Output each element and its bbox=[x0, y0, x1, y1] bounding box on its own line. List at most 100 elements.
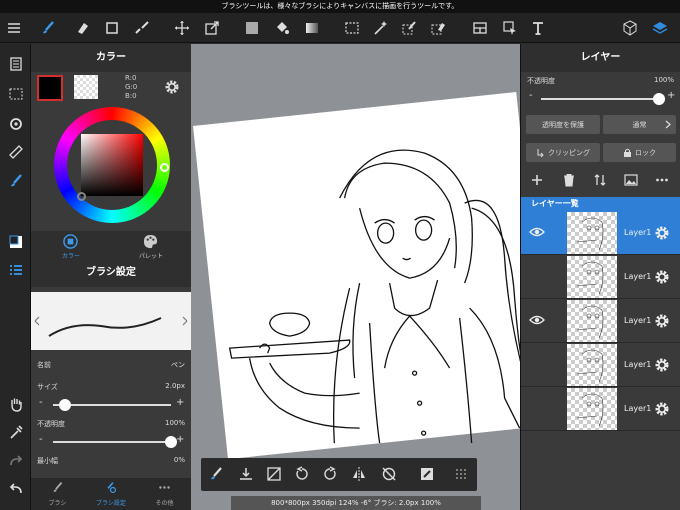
page-manager-button[interactable] bbox=[0, 52, 31, 76]
select-eraser-button[interactable] bbox=[426, 13, 450, 43]
clipping-label: クリッピング bbox=[548, 148, 590, 157]
gradient-tool-button[interactable] bbox=[300, 13, 324, 43]
more-options-button[interactable] bbox=[453, 466, 469, 484]
layer-opacity-slider-track[interactable] bbox=[541, 98, 659, 100]
import-image-button[interactable] bbox=[624, 173, 638, 189]
tab-color[interactable]: カラー bbox=[31, 231, 111, 260]
blend-mode-button[interactable]: 通常 bbox=[603, 115, 676, 134]
layers-button[interactable] bbox=[648, 13, 672, 43]
layer-row[interactable]: Layer1 bbox=[521, 255, 680, 299]
rotate-right-button[interactable] bbox=[322, 466, 338, 484]
layer-settings-button[interactable] bbox=[654, 269, 670, 287]
brush-shortcut-button[interactable] bbox=[0, 169, 31, 193]
drawing-canvas[interactable] bbox=[193, 92, 552, 460]
clear-button[interactable] bbox=[266, 466, 282, 484]
layer-row[interactable]: Layer1 bbox=[521, 343, 680, 387]
selection-button[interactable] bbox=[0, 82, 31, 106]
clipping-icon bbox=[537, 149, 544, 157]
move-tool-button[interactable] bbox=[170, 13, 194, 43]
layer-opacity-slider-knob[interactable] bbox=[653, 93, 665, 105]
eraser-tool-button[interactable] bbox=[70, 13, 94, 43]
fill-color-button[interactable] bbox=[240, 13, 264, 43]
layer-menu-button[interactable] bbox=[655, 173, 669, 189]
reorder-layer-button[interactable] bbox=[593, 173, 607, 189]
quick-brush-button[interactable] bbox=[208, 466, 224, 484]
text-tool-button[interactable] bbox=[526, 13, 550, 43]
delete-layer-button[interactable] bbox=[562, 173, 576, 189]
undo-button[interactable] bbox=[0, 477, 31, 501]
redo-button[interactable] bbox=[0, 449, 31, 473]
size-minus-button[interactable]: - bbox=[39, 397, 43, 408]
operation-tool-button[interactable] bbox=[498, 13, 522, 43]
layer-settings-button[interactable] bbox=[654, 401, 670, 419]
brush-opacity-value: 100% bbox=[164, 419, 185, 427]
tab-palette[interactable]: パレット bbox=[111, 231, 191, 260]
gear-icon bbox=[655, 402, 669, 416]
eyedropper-button[interactable] bbox=[0, 420, 31, 444]
lock-button[interactable]: ロック bbox=[603, 143, 676, 162]
magic-wand-button[interactable] bbox=[368, 13, 392, 43]
size-plus-button[interactable]: + bbox=[176, 397, 184, 408]
brush-icon bbox=[10, 174, 22, 187]
brush-name-value[interactable]: ペン bbox=[171, 360, 185, 370]
shape-tool-button[interactable] bbox=[100, 13, 124, 43]
layer-settings-button[interactable] bbox=[654, 313, 670, 331]
rotate-button[interactable] bbox=[0, 112, 31, 136]
menu-button[interactable] bbox=[2, 13, 26, 43]
no-rotate-icon bbox=[382, 467, 396, 481]
color-panel-toggle[interactable] bbox=[0, 230, 31, 254]
rotate-left-button[interactable] bbox=[294, 466, 310, 484]
layer-row[interactable]: Layer1 bbox=[521, 299, 680, 343]
layer-thumbnail bbox=[567, 300, 617, 342]
opacity-plus-button[interactable]: + bbox=[176, 434, 184, 445]
select-pen-button[interactable] bbox=[397, 13, 421, 43]
layer-row[interactable]: Layer1 bbox=[521, 387, 680, 431]
clipping-button[interactable]: クリッピング bbox=[526, 143, 600, 162]
frame-icon bbox=[473, 22, 487, 34]
layer-row[interactable]: Layer1 bbox=[521, 211, 680, 255]
import-button[interactable] bbox=[238, 466, 254, 484]
hand-tool-button[interactable] bbox=[0, 392, 31, 416]
layer-opacity-plus[interactable]: + bbox=[667, 90, 675, 101]
color-settings-button[interactable] bbox=[164, 79, 180, 97]
tab-brush-settings[interactable]: ブラシ設定 bbox=[84, 478, 138, 510]
layer-opacity-minus[interactable]: - bbox=[529, 90, 533, 101]
rotation-reset-button[interactable] bbox=[381, 466, 397, 484]
redo-icon bbox=[9, 455, 22, 466]
brush-opacity-slider-track[interactable] bbox=[53, 441, 171, 443]
ruler-button[interactable] bbox=[0, 140, 31, 164]
sv-picker-knob[interactable] bbox=[77, 192, 86, 201]
layer-name: Layer1 bbox=[624, 228, 652, 237]
tab-brush[interactable]: ブラシ bbox=[31, 478, 84, 510]
bucket-tool-button[interactable] bbox=[270, 13, 294, 43]
chevron-right-icon bbox=[665, 120, 671, 129]
gear-icon bbox=[165, 80, 179, 94]
layer-visibility-toggle[interactable] bbox=[529, 315, 545, 327]
square-icon bbox=[106, 22, 118, 34]
canvas-area[interactable]: 800*800px 350dpi 124% -6° ブラシ: 2.0px 100… bbox=[191, 44, 552, 510]
transform-tool-button[interactable] bbox=[200, 13, 224, 43]
tab-other[interactable]: その他 bbox=[138, 478, 191, 510]
color-panel-title: カラー bbox=[31, 44, 191, 72]
layer-visibility-toggle[interactable] bbox=[529, 227, 545, 239]
add-layer-button[interactable] bbox=[530, 173, 544, 189]
protect-alpha-button[interactable]: 透明度を保護 bbox=[526, 115, 600, 134]
layer-list-toggle[interactable] bbox=[0, 258, 31, 282]
materials-button[interactable] bbox=[618, 13, 642, 43]
fit-view-button[interactable] bbox=[419, 466, 435, 484]
primary-color-swatch[interactable] bbox=[37, 75, 63, 101]
opacity-minus-button[interactable]: - bbox=[39, 434, 43, 445]
saturation-value-square[interactable] bbox=[81, 134, 143, 196]
frame-divider-button[interactable] bbox=[468, 13, 492, 43]
layer-settings-button[interactable] bbox=[654, 357, 670, 375]
flip-button[interactable] bbox=[351, 466, 367, 484]
snap-tool-button[interactable] bbox=[130, 13, 154, 43]
hue-picker-knob[interactable] bbox=[160, 163, 169, 172]
brush-tool-button[interactable] bbox=[36, 13, 60, 43]
cursor-icon bbox=[503, 21, 516, 35]
secondary-color-swatch[interactable] bbox=[74, 75, 98, 99]
size-slider-knob[interactable] bbox=[58, 399, 71, 411]
select-tool-button[interactable] bbox=[340, 13, 364, 43]
layer-thumbnail bbox=[567, 388, 617, 430]
layer-settings-button[interactable] bbox=[654, 225, 670, 243]
